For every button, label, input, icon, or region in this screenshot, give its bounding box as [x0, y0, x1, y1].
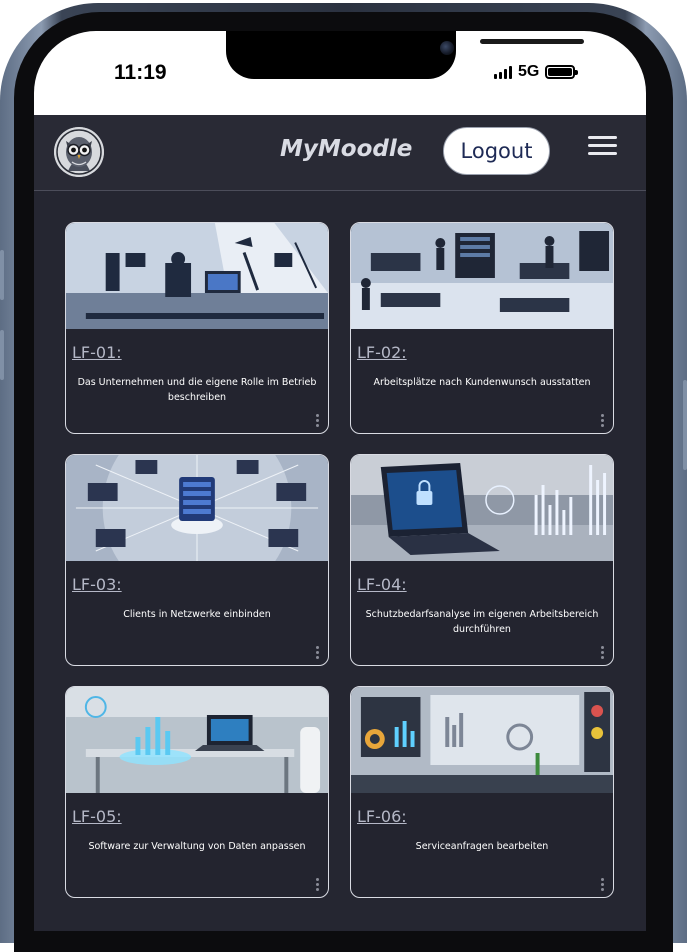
app-container: MyMoodle Logout LF-01: Das Unternehmen u…	[34, 115, 646, 931]
course-card-lf-01[interactable]: LF-01: Das Unternehmen und die eigene Ro…	[65, 222, 329, 434]
course-code[interactable]: LF-06:	[357, 807, 407, 826]
course-image-data-management	[351, 687, 613, 793]
course-card-lf-03[interactable]: LF-03: Clients in Netzwerke einbinden	[65, 454, 329, 666]
status-time: 11:19	[114, 61, 167, 84]
vertical-dots-icon[interactable]	[316, 878, 320, 892]
course-description: Schutzbedarfsanalyse im eigenen Arbeitsb…	[365, 609, 599, 635]
phone-screen: 11:19 5G MyMoodle Logout LF-01: Das Unte…	[34, 31, 646, 931]
course-description: Das Unternehmen und die eigene Rolle im …	[77, 377, 317, 403]
course-description: Clients in Netzwerke einbinden	[123, 609, 271, 620]
phone-side-button	[683, 380, 687, 470]
course-code[interactable]: LF-01:	[72, 343, 122, 362]
course-image-workplaces	[351, 223, 613, 329]
course-description: Serviceanfragen bearbeiten	[415, 841, 549, 852]
course-image-security-laptop	[351, 455, 613, 561]
phone-side-button	[0, 330, 4, 380]
course-description: Arbeitsplätze nach Kundenwunsch ausstatt…	[373, 377, 591, 388]
hamburger-menu-icon[interactable]	[588, 136, 618, 158]
vertical-dots-icon[interactable]	[601, 646, 605, 660]
course-description: Software zur Verwaltung von Daten anpass…	[88, 841, 306, 852]
course-card-lf-02[interactable]: LF-02: Arbeitsplätze nach Kundenwunsch a…	[350, 222, 614, 434]
speaker	[480, 39, 584, 44]
course-code[interactable]: LF-02:	[357, 343, 407, 362]
vertical-dots-icon[interactable]	[316, 646, 320, 660]
status-indicators: 5G	[494, 61, 579, 83]
phone-side-button	[0, 250, 4, 300]
vertical-dots-icon[interactable]	[601, 878, 605, 892]
signal-icon	[494, 65, 512, 79]
network-type: 5G	[518, 63, 540, 80]
owl-avatar-icon[interactable]	[54, 127, 104, 177]
course-card-lf-05[interactable]: LF-05: Software zur Verwaltung von Daten…	[65, 686, 329, 898]
battery-icon	[545, 65, 579, 79]
camera-icon	[440, 41, 454, 55]
vertical-dots-icon[interactable]	[316, 414, 320, 428]
app-header: MyMoodle Logout	[34, 115, 646, 191]
course-code[interactable]: LF-04:	[357, 575, 407, 594]
course-code[interactable]: LF-05:	[72, 807, 122, 826]
course-image-office-desk	[66, 223, 328, 329]
notch	[226, 31, 584, 79]
course-image-network	[66, 455, 328, 561]
course-image-data-software	[66, 687, 328, 793]
course-card-lf-06[interactable]: LF-06: Serviceanfragen bearbeiten	[350, 686, 614, 898]
course-card-lf-04[interactable]: LF-04: Schutzbedarfsanalyse im eigenen A…	[350, 454, 614, 666]
course-code[interactable]: LF-03:	[72, 575, 122, 594]
logout-button[interactable]: Logout	[443, 127, 550, 175]
vertical-dots-icon[interactable]	[601, 414, 605, 428]
app-title: MyMoodle	[280, 136, 413, 162]
